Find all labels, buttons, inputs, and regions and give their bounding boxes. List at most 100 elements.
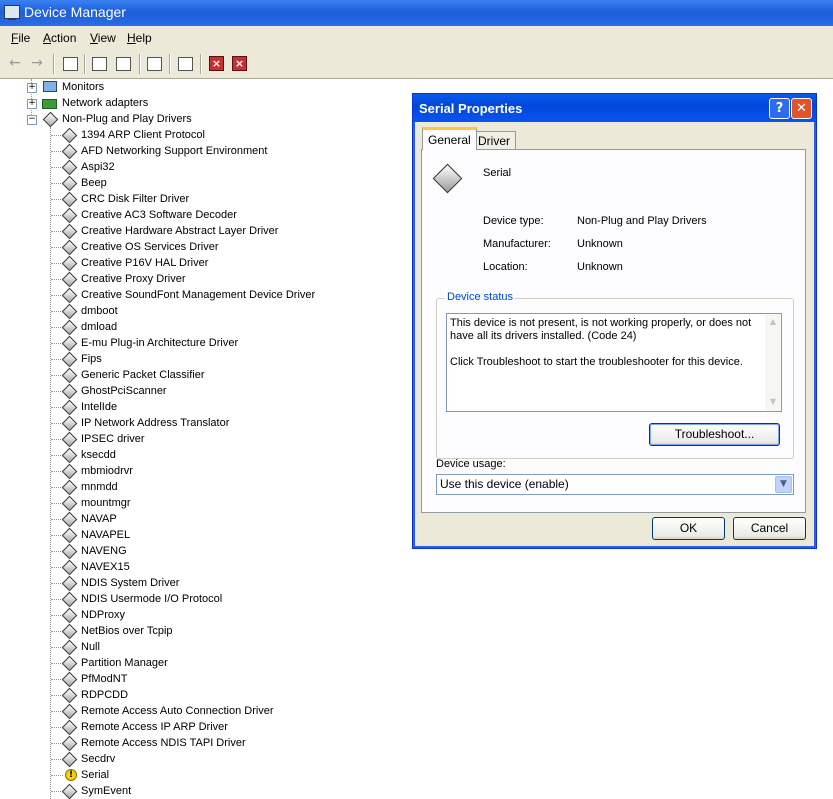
tree-item-network-adapters[interactable]: Network adapters xyxy=(62,95,148,111)
device-tree: + Monitors + Network adapters − Non-Plug… xyxy=(0,79,410,799)
device-icon xyxy=(61,175,78,192)
device-icon xyxy=(61,559,78,576)
scroll-up-icon[interactable]: ▲ xyxy=(768,316,778,328)
tree-item[interactable]: Aspi32 xyxy=(81,159,115,175)
collapse-non-pnp-button[interactable]: − xyxy=(27,115,37,125)
network-adapter-icon xyxy=(42,99,57,109)
tree-item[interactable]: AFD Networking Support Environment xyxy=(81,143,267,159)
tree-item[interactable]: mountmgr xyxy=(81,495,131,511)
device-status-group: Device status This device is not present… xyxy=(436,291,794,459)
device-icon xyxy=(61,383,78,400)
device-usage-select[interactable]: Use this device (enable) ▼ xyxy=(436,474,794,495)
menu-action[interactable]: Action xyxy=(43,31,76,45)
expand-monitors-button[interactable]: + xyxy=(27,83,37,93)
tree-item[interactable]: dmboot xyxy=(81,303,118,319)
tree-item[interactable]: 1394 ARP Client Protocol xyxy=(81,127,205,143)
device-icon xyxy=(61,415,78,432)
tree-item[interactable]: Remote Access Auto Connection Driver xyxy=(81,703,274,719)
status-scrollbar[interactable]: ▲ ▼ xyxy=(765,314,781,411)
tree-item[interactable]: mnmdd xyxy=(81,479,118,495)
device-icon xyxy=(61,751,78,768)
tree-item[interactable]: Remote Access IP ARP Driver xyxy=(81,719,228,735)
tree-item[interactable]: Generic Packet Classifier xyxy=(81,367,205,383)
print-icon[interactable] xyxy=(116,57,131,71)
tree-item[interactable]: NDIS System Driver xyxy=(81,575,179,591)
device-icon xyxy=(61,527,78,544)
tree-item[interactable]: NAVAPEL xyxy=(81,527,130,543)
toolbar-separator xyxy=(200,54,202,74)
cancel-button[interactable]: Cancel xyxy=(733,517,806,540)
tree-item[interactable]: ksecdd xyxy=(81,447,116,463)
dialog-close-button[interactable]: ✕ xyxy=(791,98,812,119)
toolbar: ← → × × xyxy=(0,50,833,79)
menu-view[interactable]: View xyxy=(90,31,116,45)
troubleshoot-button[interactable]: Troubleshoot... xyxy=(649,423,780,446)
warning-icon: ! xyxy=(65,769,77,781)
dialog-help-button[interactable]: ? xyxy=(769,98,790,119)
tree-item[interactable]: Creative P16V HAL Driver xyxy=(81,255,208,271)
tree-item[interactable]: IP Network Address Translator xyxy=(81,415,229,431)
tree-item[interactable]: Creative OS Services Driver xyxy=(81,239,219,255)
tree-item[interactable]: IntelIde xyxy=(81,399,117,415)
tree-item[interactable]: E-mu Plug-in Architecture Driver xyxy=(81,335,238,351)
properties-icon[interactable] xyxy=(92,57,107,71)
tree-item[interactable]: Creative SoundFont Management Device Dri… xyxy=(81,287,315,303)
tree-item-non-pnp-drivers[interactable]: Non-Plug and Play Drivers xyxy=(62,111,192,127)
chevron-down-icon[interactable]: ▼ xyxy=(775,476,792,493)
tree-item[interactable]: CRC Disk Filter Driver xyxy=(81,191,189,207)
tree-item[interactable]: Beep xyxy=(81,175,107,191)
menu-file[interactable]: File xyxy=(11,31,30,45)
ok-button[interactable]: OK xyxy=(652,517,725,540)
disable-icon[interactable]: × xyxy=(232,56,247,71)
scan-hardware-icon[interactable] xyxy=(178,57,193,71)
tab-driver[interactable]: Driver xyxy=(472,131,516,150)
tree-item[interactable]: Creative Hardware Abstract Layer Driver xyxy=(81,223,278,239)
tree-item-monitors[interactable]: Monitors xyxy=(62,79,104,95)
forward-arrow-icon[interactable]: → xyxy=(28,54,46,72)
tree-item[interactable]: RDPCDD xyxy=(81,687,128,703)
tree-item[interactable]: Serial xyxy=(81,767,109,783)
tree-item[interactable]: NAVEX15 xyxy=(81,559,130,575)
device-status-textbox[interactable]: This device is not present, is not worki… xyxy=(446,313,782,412)
device-icon xyxy=(61,335,78,352)
tree-item[interactable]: Partition Manager xyxy=(81,655,168,671)
tree-item[interactable]: Creative Proxy Driver xyxy=(81,271,186,287)
device-icon xyxy=(61,623,78,640)
device-icon xyxy=(61,367,78,384)
device-icon xyxy=(61,159,78,176)
show-hide-tree-icon[interactable] xyxy=(63,57,78,71)
tree-item[interactable]: GhostPciScanner xyxy=(81,383,167,399)
scroll-down-icon[interactable]: ▼ xyxy=(768,396,778,408)
tree-item[interactable]: PfModNT xyxy=(81,671,127,687)
device-icon xyxy=(61,511,78,528)
tab-general[interactable]: General xyxy=(422,127,477,150)
device-icon xyxy=(42,111,59,128)
tree-item[interactable]: Null xyxy=(81,639,100,655)
tree-item[interactable]: Creative AC3 Software Decoder xyxy=(81,207,237,223)
tree-item[interactable]: NAVENG xyxy=(81,543,127,559)
back-arrow-icon[interactable]: ← xyxy=(6,54,24,72)
menu-help[interactable]: Help xyxy=(127,31,152,45)
tree-item[interactable]: Secdrv xyxy=(81,751,115,767)
dialog-title: Serial Properties xyxy=(419,101,523,116)
uninstall-icon[interactable]: × xyxy=(209,56,224,71)
general-tab-pane: Serial Device type: Non-Plug and Play Dr… xyxy=(421,149,806,513)
expand-network-button[interactable]: + xyxy=(27,99,37,109)
tree-item[interactable]: mbmiodrvr xyxy=(81,463,133,479)
tree-item[interactable]: NetBios over Tcpip xyxy=(81,623,173,639)
help-icon[interactable] xyxy=(147,57,162,71)
tree-item[interactable]: NDIS Usermode I/O Protocol xyxy=(81,591,222,607)
monitor-icon xyxy=(43,81,57,92)
tree-item[interactable]: NDProxy xyxy=(81,607,125,623)
tree-item[interactable]: Remote Access NDIS TAPI Driver xyxy=(81,735,246,751)
location-value: Unknown xyxy=(577,261,623,273)
device-icon xyxy=(61,543,78,560)
device-icon xyxy=(61,479,78,496)
device-usage-label: Device usage: xyxy=(436,458,506,470)
tree-item[interactable]: dmload xyxy=(81,319,117,335)
tree-item[interactable]: IPSEC driver xyxy=(81,431,145,447)
device-icon xyxy=(61,703,78,720)
tree-item[interactable]: Fips xyxy=(81,351,102,367)
tree-item[interactable]: NAVAP xyxy=(81,511,117,527)
tree-item[interactable]: SymEvent xyxy=(81,783,131,799)
